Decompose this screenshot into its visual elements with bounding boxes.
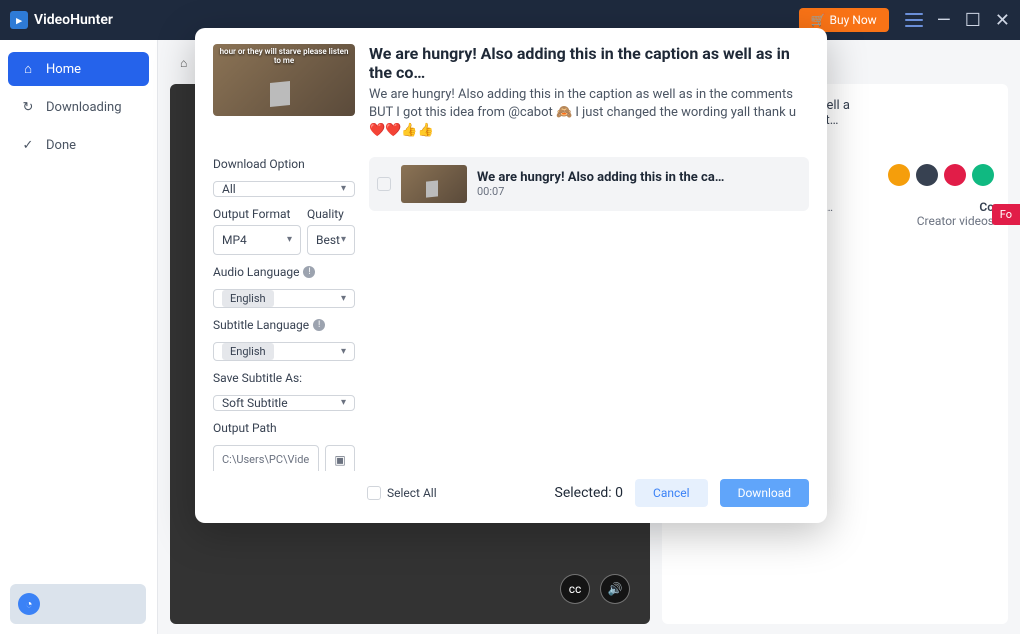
chevron-down-icon: ▾ (341, 397, 346, 408)
sidebar-item-done[interactable]: ✓ Done (8, 128, 149, 162)
output-path-field[interactable]: C:\Users\PC\Vide (213, 445, 319, 471)
home-icon: ⌂ (20, 61, 36, 77)
select-save-subtitle[interactable]: Soft Subtitle▾ (213, 395, 355, 411)
sidebar: ⌂ Home ↻ Downloading ✓ Done ◔ (0, 40, 158, 634)
downloading-icon: ↻ (20, 99, 36, 115)
volume-icon[interactable]: 🔊 (600, 574, 630, 604)
done-icon: ✓ (20, 137, 36, 153)
chevron-down-icon: ▾ (341, 234, 346, 245)
select-audio-language[interactable]: English▾ (213, 289, 355, 308)
logo-icon: ▸ (10, 11, 28, 29)
share-circle-1[interactable] (888, 164, 910, 186)
close-icon[interactable]: ✕ (995, 10, 1010, 31)
result-title: We are hungry! Also adding this in the c… (477, 170, 801, 185)
corner-icon: ◔ (18, 593, 40, 615)
cart-icon: 🛒 (811, 13, 826, 27)
browse-folder-button[interactable]: ▣ (325, 445, 355, 471)
app-name: VideoHunter (34, 12, 113, 28)
app-logo: ▸ VideoHunter (10, 11, 113, 29)
chevron-down-icon: ▾ (341, 346, 346, 357)
corner-widget[interactable]: ◔ (10, 584, 146, 624)
home-tab-icon: ⌂ (180, 56, 187, 70)
cancel-button[interactable]: Cancel (635, 479, 708, 507)
label-output-format: Output Format (213, 207, 301, 221)
share-circle-3[interactable] (944, 164, 966, 186)
options-panel: Download Option All▾ Output Format Quali… (213, 157, 355, 471)
label-audio-language: Audio Language ! (213, 265, 355, 279)
select-all-checkbox[interactable]: Select All (367, 486, 437, 500)
result-duration: 00:07 (477, 185, 801, 198)
modal-footer: Select All Selected: 0 Cancel Download (213, 471, 809, 507)
captions-icon[interactable]: cc (560, 574, 590, 604)
maximize-icon[interactable]: ☐ (965, 10, 981, 31)
follow-button[interactable]: Fo (992, 204, 1020, 225)
label-download-option: Download Option (213, 157, 355, 171)
selected-count: Selected: 0 (555, 485, 624, 501)
download-button[interactable]: Download (720, 479, 809, 507)
sidebar-item-home[interactable]: ⌂ Home (8, 52, 149, 86)
sidebar-item-downloading[interactable]: ↻ Downloading (8, 90, 149, 124)
label-subtitle-language: Subtitle Language ! (213, 318, 355, 332)
modal-title: We are hungry! Also adding this in the c… (369, 44, 809, 82)
download-modal: hour or they will starve please listen t… (195, 28, 827, 523)
modal-thumbnail: hour or they will starve please listen t… (213, 44, 355, 116)
menu-icon[interactable] (905, 13, 923, 27)
info-icon[interactable]: ! (313, 319, 325, 331)
share-circle-2[interactable] (916, 164, 938, 186)
share-circle-4[interactable] (972, 164, 994, 186)
chevron-down-icon: ▾ (341, 293, 346, 304)
tab-home[interactable]: ⌂ (170, 52, 197, 74)
results-list: We are hungry! Also adding this in the c… (369, 157, 809, 471)
select-quality[interactable]: Best▾ (307, 225, 355, 255)
chevron-down-icon: ▾ (287, 234, 292, 245)
select-download-option[interactable]: All▾ (213, 181, 355, 197)
modal-description: We are hungry! Also adding this in the c… (369, 86, 809, 141)
result-checkbox[interactable] (377, 177, 391, 191)
folder-icon: ▣ (334, 453, 345, 467)
label-save-subtitle: Save Subtitle As: (213, 371, 355, 385)
minimize-icon[interactable]: — (937, 10, 951, 31)
select-output-format[interactable]: MP4▾ (213, 225, 301, 255)
label-output-path: Output Path (213, 421, 355, 435)
select-subtitle-language[interactable]: English▾ (213, 342, 355, 361)
chevron-down-icon: ▾ (341, 183, 346, 194)
label-quality: Quality (307, 207, 355, 221)
result-item[interactable]: We are hungry! Also adding this in the c… (369, 157, 809, 211)
info-icon[interactable]: ! (303, 266, 315, 278)
result-thumbnail (401, 165, 467, 203)
